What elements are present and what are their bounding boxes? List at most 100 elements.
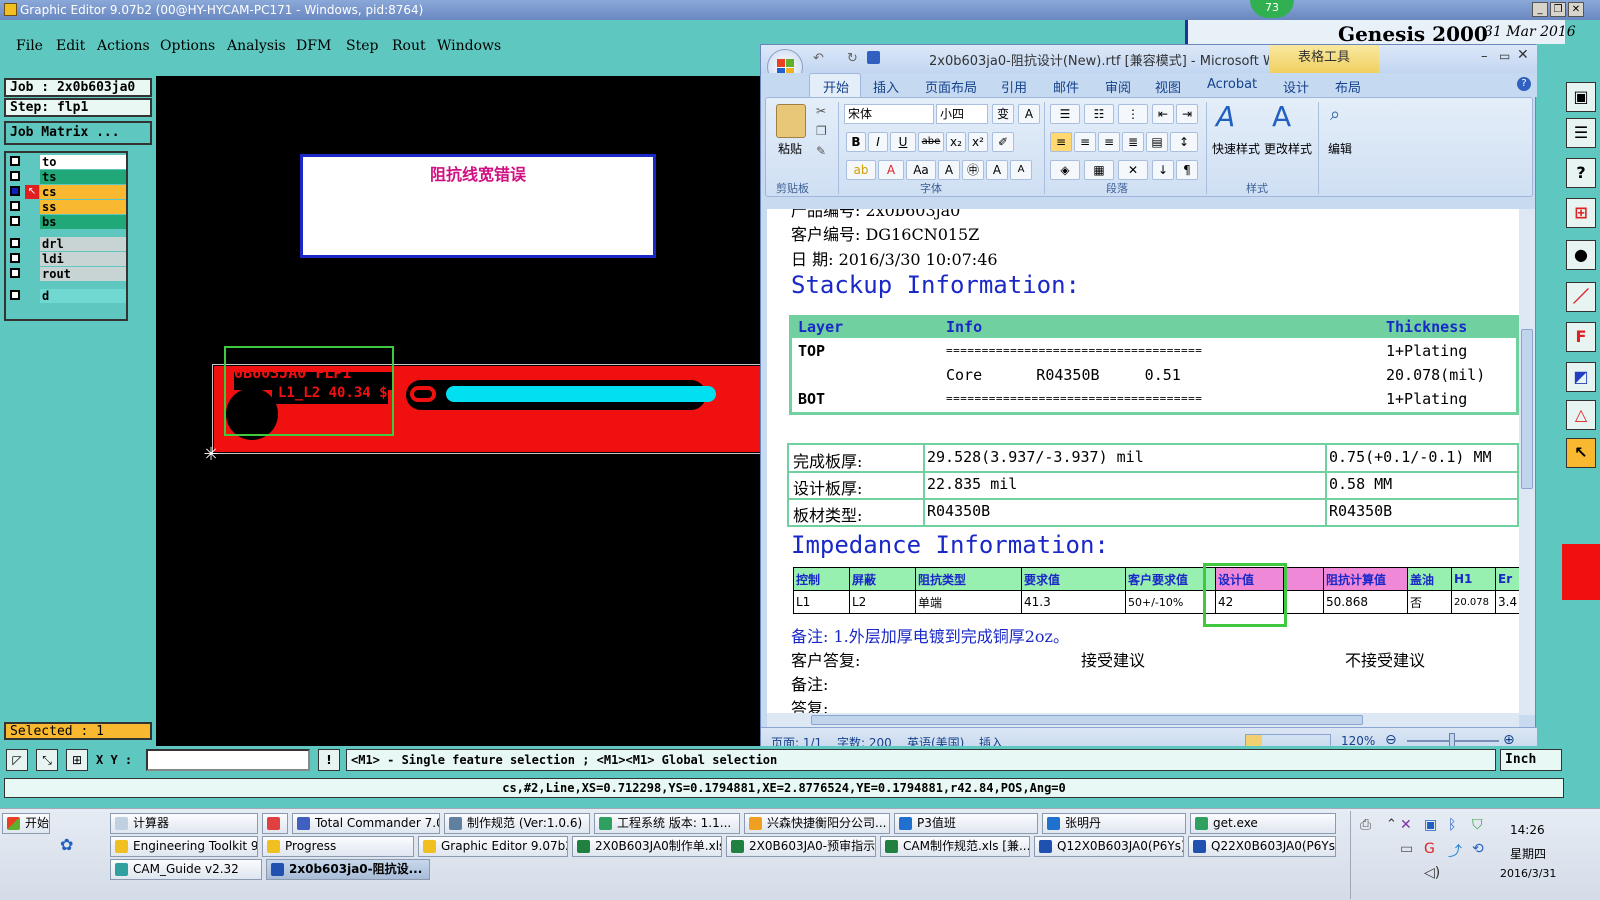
- tray-printer-icon[interactable]: ⎙: [1360, 817, 1371, 833]
- help-icon[interactable]: ?: [1517, 77, 1531, 91]
- tray-volume-icon[interactable]: ◁): [1424, 865, 1440, 881]
- tray-bluetooth-icon[interactable]: ᛒ: [1448, 817, 1456, 833]
- tool-measure-icon[interactable]: ⊞: [1566, 198, 1596, 228]
- copy-icon[interactable]: ❐: [816, 124, 827, 138]
- task-word-active[interactable]: 2x0b603ja0-阻抗设...: [266, 859, 430, 880]
- clock-time[interactable]: 14:26: [1510, 823, 1545, 837]
- align-right-icon[interactable]: ≡: [1098, 132, 1120, 152]
- task-get[interactable]: get.exe: [1190, 813, 1336, 834]
- clear-format-icon[interactable]: ✐: [992, 132, 1014, 152]
- tool-select-icon[interactable]: ↖: [1566, 438, 1596, 468]
- alert-icon[interactable]: !: [318, 749, 340, 771]
- find-icon[interactable]: ⌕: [1330, 104, 1340, 125]
- job-matrix-button[interactable]: Job Matrix ...: [4, 121, 152, 145]
- menu-step[interactable]: Step: [346, 38, 378, 54]
- layer-row-bs[interactable]: bs: [8, 215, 126, 229]
- underline-icon[interactable]: U: [890, 132, 916, 152]
- graphic-canvas[interactable]: 阻抗线宽错误 2X0B603JA0 FLP1 L1_L2 40.34 $ ✳: [156, 76, 760, 746]
- superscript-icon[interactable]: x²: [968, 132, 988, 152]
- highlight-color-icon[interactable]: ab: [846, 160, 876, 180]
- menu-file[interactable]: File: [16, 38, 43, 54]
- numbering-icon[interactable]: ☷: [1084, 104, 1114, 124]
- xy-input[interactable]: [146, 749, 310, 771]
- task-graphic-editor[interactable]: Graphic Editor 9.07b2 (...: [418, 836, 568, 857]
- sort-icon[interactable]: ↓: [1152, 160, 1174, 180]
- borders-icon[interactable]: ▦: [1084, 160, 1114, 180]
- task-app-icon[interactable]: [262, 813, 288, 834]
- task-xls-1[interactable]: 2X0B603JA0制作单.xls ...: [572, 836, 722, 857]
- zoom-slider-thumb[interactable]: [1449, 733, 1455, 747]
- char-shading-icon[interactable]: A: [938, 160, 960, 180]
- task-eng-toolkit[interactable]: Engineering Toolkit 9.07...: [110, 836, 258, 857]
- tab-insert[interactable]: 插入: [873, 77, 899, 96]
- task-eng-system[interactable]: 工程系统 版本: 1.1...: [594, 813, 740, 834]
- menu-actions[interactable]: Actions: [97, 38, 150, 54]
- task-zhang[interactable]: 张明丹: [1042, 813, 1186, 834]
- undo-icon[interactable]: ↶: [813, 51, 824, 66]
- layer-row-cs[interactable]: ↖ cs: [8, 185, 126, 199]
- reject-option[interactable]: 不接受建议: [1345, 647, 1425, 671]
- show-marks-icon[interactable]: ¶: [1176, 160, 1198, 180]
- bullets-icon[interactable]: ☰: [1050, 104, 1080, 124]
- task-xls-3[interactable]: CAM制作规范.xls [兼...: [880, 836, 1030, 857]
- menu-edit[interactable]: Edit: [56, 38, 85, 54]
- task-total-commander[interactable]: Total Commander 7.0 ...: [292, 813, 440, 834]
- impedance-trace[interactable]: [446, 386, 716, 402]
- zoom-fit-icon[interactable]: ◸: [6, 749, 28, 771]
- layer-row-d[interactable]: d: [8, 289, 126, 303]
- layer-checkbox[interactable]: [10, 253, 20, 263]
- tray-expand-icon[interactable]: ⌃: [1386, 817, 1397, 832]
- task-p3[interactable]: P3值班: [894, 813, 1038, 834]
- layer-row-drl[interactable]: drl: [8, 237, 126, 251]
- char-border-icon[interactable]: A: [1018, 104, 1040, 124]
- close-button[interactable]: ✕: [1568, 2, 1584, 17]
- document-page[interactable]: 产品编号: 2x0b603ja0 客户编号: DG16CN015Z 日 期: 2…: [767, 209, 1519, 715]
- change-styles-label[interactable]: 更改样式: [1264, 140, 1312, 157]
- tool-snap-icon[interactable]: ◩: [1566, 362, 1596, 392]
- font-color-icon[interactable]: A: [878, 160, 904, 180]
- h-scrollbar-thumb[interactable]: [811, 715, 1363, 725]
- phonetic-guide-icon[interactable]: 变: [992, 104, 1014, 124]
- justify-icon[interactable]: ≣: [1122, 132, 1144, 152]
- menu-analysis[interactable]: Analysis: [227, 38, 286, 54]
- tab-home[interactable]: 开始: [823, 77, 849, 96]
- tool-help-icon[interactable]: ?: [1566, 158, 1596, 188]
- layer-row-to[interactable]: to: [8, 155, 126, 169]
- quick-styles-label[interactable]: 快速样式: [1212, 140, 1260, 157]
- enclose-char-icon[interactable]: ㊥: [962, 160, 984, 180]
- tab-references[interactable]: 引用: [1001, 77, 1027, 96]
- accept-option[interactable]: 接受建议: [1081, 647, 1145, 671]
- strikethrough-icon[interactable]: abe: [918, 132, 944, 152]
- shading-icon[interactable]: ◈: [1050, 160, 1080, 180]
- tab-acrobat[interactable]: Acrobat: [1207, 77, 1257, 92]
- restore-button[interactable]: ❐: [1550, 2, 1566, 17]
- layer-row-rout[interactable]: rout: [8, 267, 126, 281]
- italic-icon[interactable]: I: [868, 132, 888, 152]
- horizontal-scrollbar[interactable]: [767, 713, 1519, 727]
- layer-row-ldi[interactable]: ldi: [8, 252, 126, 266]
- pan-icon[interactable]: ⤡: [36, 749, 58, 771]
- tab-view[interactable]: 视图: [1155, 77, 1181, 96]
- task-q1[interactable]: Q12X0B603JA0(P6Ys)2...: [1034, 836, 1184, 857]
- chinese-layout-icon[interactable]: ✕: [1118, 160, 1148, 180]
- clock-weekday[interactable]: 星期四: [1510, 845, 1546, 862]
- paste-label[interactable]: 粘贴: [778, 140, 802, 157]
- menu-dfm[interactable]: DFM: [296, 38, 331, 54]
- layer-checkbox[interactable]: [10, 186, 20, 196]
- edit-label[interactable]: 编辑: [1328, 140, 1352, 157]
- tab-mailings[interactable]: 邮件: [1053, 77, 1079, 96]
- scrollbar-thumb[interactable]: [1521, 329, 1533, 489]
- layer-checkbox[interactable]: [10, 156, 20, 166]
- tool-frame-icon[interactable]: ▣: [1566, 82, 1596, 112]
- font-name-select[interactable]: 宋体: [844, 104, 934, 124]
- tool-filter-icon[interactable]: F: [1566, 322, 1596, 352]
- tray-monitor-icon[interactable]: ▭: [1400, 841, 1413, 857]
- layer-row-ss[interactable]: ss: [8, 200, 126, 214]
- cut-icon[interactable]: ✂: [816, 104, 826, 118]
- menu-options[interactable]: Options: [160, 38, 215, 54]
- minimize-button[interactable]: _: [1532, 2, 1548, 17]
- change-case-icon[interactable]: Aa: [906, 160, 936, 180]
- task-q2[interactable]: Q22X0B603JA0(P6Ys)2...: [1188, 836, 1336, 857]
- shrink-font-icon[interactable]: A: [1010, 160, 1032, 180]
- distribute-icon[interactable]: ▤: [1146, 132, 1168, 152]
